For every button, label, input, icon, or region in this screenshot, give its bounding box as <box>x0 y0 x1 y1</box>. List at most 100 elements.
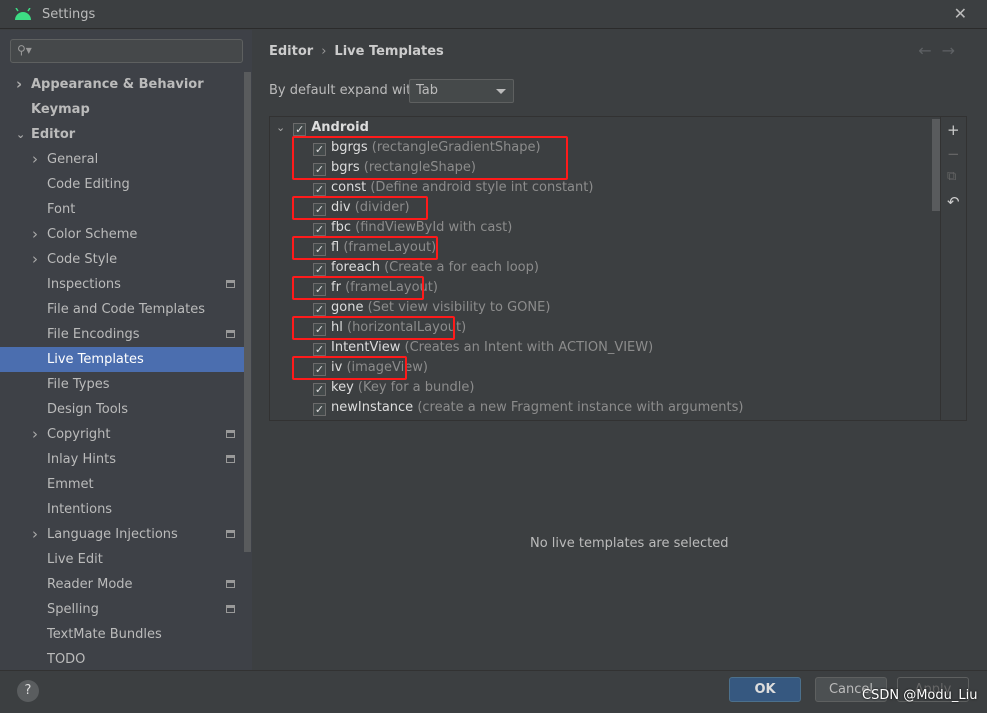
sidebar-item-label: Editor <box>31 127 76 142</box>
sidebar-scrollbar[interactable] <box>244 72 251 552</box>
title-bar: Settings ✕ <box>0 0 987 29</box>
chevron-down-icon[interactable]: ⌄ <box>16 122 25 147</box>
sidebar-item-appearance-behavior[interactable]: › Appearance & Behavior <box>0 72 244 97</box>
chevron-right-icon[interactable]: › <box>32 247 38 272</box>
template-checkbox[interactable]: ✓ <box>313 243 326 256</box>
sidebar-item-general[interactable]: › General <box>0 147 244 172</box>
sidebar-item-font[interactable]: Font <box>0 197 244 222</box>
sidebar-item-code-editing[interactable]: Code Editing <box>0 172 244 197</box>
restore-icon[interactable]: ↶ <box>947 193 960 211</box>
sidebar-item-copyright[interactable]: › Copyright <box>0 422 244 447</box>
sidebar-item-label: Live Edit <box>47 552 103 567</box>
template-description: (Key for a bundle) <box>357 380 475 395</box>
template-checkbox[interactable]: ✓ <box>313 283 326 296</box>
sidebar-item-reader-mode[interactable]: Reader Mode <box>0 572 244 597</box>
sidebar-item-file-and-code-templates[interactable]: File and Code Templates <box>0 297 244 322</box>
sidebar-item-textmate-bundles[interactable]: TextMate Bundles <box>0 622 244 647</box>
sidebar-item-language-injections[interactable]: › Language Injections <box>0 522 244 547</box>
template-row[interactable]: ✓ hl (horizontalLayout) <box>313 318 466 338</box>
expand-key-dropdown[interactable]: Tab <box>409 79 514 103</box>
expand-label: By default expand with <box>269 83 420 98</box>
ok-button[interactable]: OK <box>729 677 801 702</box>
template-group-android[interactable]: ⌄ ✓ Android <box>276 118 369 138</box>
template-row[interactable]: ✓ newInstance (create a new Fragment inst… <box>313 398 743 418</box>
chevron-right-icon[interactable]: › <box>32 147 38 172</box>
template-row[interactable]: ✓ div (divider) <box>313 198 410 218</box>
templates-scrollbar[interactable] <box>932 119 940 211</box>
template-checkbox[interactable]: ✓ <box>313 143 326 156</box>
chevron-right-icon[interactable]: › <box>32 422 38 447</box>
template-checkbox[interactable]: ✓ <box>313 363 326 376</box>
remove-icon[interactable]: − <box>947 145 960 163</box>
close-icon[interactable]: ✕ <box>954 4 967 23</box>
dialog-footer: ? OK Cancel Apply CSDN @Modu_Liu <box>0 670 987 713</box>
template-checkbox[interactable]: ✓ <box>313 223 326 236</box>
copy-icon[interactable]: ⧉ <box>947 169 956 184</box>
chevron-right-icon[interactable]: › <box>32 222 38 247</box>
sidebar-item-emmet[interactable]: Emmet <box>0 472 244 497</box>
template-description: (divider) <box>354 200 410 215</box>
sidebar-item-label: Reader Mode <box>47 577 133 592</box>
sidebar-item-file-encodings[interactable]: File Encodings <box>0 322 244 347</box>
sidebar-item-todo[interactable]: TODO <box>0 647 244 672</box>
sidebar-item-keymap[interactable]: Keymap <box>0 97 244 122</box>
chevron-down-icon[interactable]: ⌄ <box>276 121 285 134</box>
sidebar-item-intentions[interactable]: Intentions <box>0 497 244 522</box>
sidebar-item-label: Code Editing <box>47 177 130 192</box>
sidebar-item-label: Inlay Hints <box>47 452 116 467</box>
settings-search-input[interactable]: ⚲▾ <box>10 39 243 63</box>
template-checkbox[interactable]: ✓ <box>313 343 326 356</box>
chevron-right-icon[interactable]: › <box>32 522 38 547</box>
project-settings-icon <box>226 280 235 288</box>
add-icon[interactable]: + <box>947 121 960 139</box>
template-checkbox[interactable]: ✓ <box>313 203 326 216</box>
breadcrumb: Editor › Live Templates <box>269 44 444 59</box>
project-settings-icon <box>226 430 235 438</box>
sidebar-item-code-style[interactable]: › Code Style <box>0 247 244 272</box>
group-label: Android <box>311 120 369 135</box>
sidebar-item-spelling[interactable]: Spelling <box>0 597 244 622</box>
templates-toolbar: + − ⧉ ↶ <box>940 116 967 421</box>
template-row[interactable]: ✓ fl (frameLayout) <box>313 238 436 258</box>
help-icon[interactable]: ? <box>17 680 39 702</box>
sidebar-item-file-types[interactable]: File Types <box>0 372 244 397</box>
sidebar-item-editor[interactable]: ⌄ Editor <box>0 122 244 147</box>
sidebar-item-inspections[interactable]: Inspections <box>0 272 244 297</box>
template-description: (imageView) <box>346 360 428 375</box>
template-row[interactable]: ✓ key (Key for a bundle) <box>313 378 474 398</box>
chevron-right-icon[interactable]: › <box>16 72 22 97</box>
template-checkbox[interactable]: ✓ <box>313 383 326 396</box>
template-checkbox[interactable]: ✓ <box>313 183 326 196</box>
sidebar-item-label: Intentions <box>47 502 113 517</box>
template-description: (Set view visibility to GONE) <box>367 300 551 315</box>
template-row[interactable]: ✓ IntentView (Creates an Intent with ACTI… <box>313 338 653 358</box>
breadcrumb-parent[interactable]: Editor <box>269 44 313 59</box>
template-row[interactable]: ✓ bgrgs (rectangleGradientShape) <box>313 138 541 158</box>
sidebar-item-inlay-hints[interactable]: Inlay Hints <box>0 447 244 472</box>
template-checkbox[interactable]: ✓ <box>313 323 326 336</box>
sidebar-item-live-edit[interactable]: Live Edit <box>0 547 244 572</box>
group-checkbox[interactable]: ✓ <box>293 123 307 136</box>
template-row[interactable]: ✓ const (Define android style int constan… <box>313 178 593 198</box>
sidebar-item-label: Code Style <box>47 252 118 267</box>
back-arrow-icon[interactable]: ← <box>918 41 941 60</box>
template-row[interactable]: ✓ iv (imageView) <box>313 358 428 378</box>
template-checkbox[interactable]: ✓ <box>313 403 326 416</box>
sidebar-item-live-templates[interactable]: Live Templates <box>0 347 244 372</box>
breadcrumb-separator: › <box>321 44 327 59</box>
template-row[interactable]: ✓ fr (frameLayout) <box>313 278 438 298</box>
window-title: Settings <box>42 7 96 22</box>
template-row[interactable]: ✓ gone (Set view visibility to GONE) <box>313 298 550 318</box>
forward-arrow-icon[interactable]: → <box>942 41 965 60</box>
template-row[interactable]: ✓ fbc (findViewById with cast) <box>313 218 512 238</box>
template-checkbox[interactable]: ✓ <box>313 303 326 316</box>
template-description: (create a new Fragment instance with arg… <box>417 400 744 415</box>
template-row[interactable]: ✓ foreach (Create a for each loop) <box>313 258 539 278</box>
template-row[interactable]: ✓ bgrs (rectangleShape) <box>313 158 476 178</box>
settings-tree: › Appearance & Behavior Keymap ⌄ Editor › Gene… <box>0 72 244 672</box>
sidebar-item-design-tools[interactable]: Design Tools <box>0 397 244 422</box>
sidebar-item-color-scheme[interactable]: › Color Scheme <box>0 222 244 247</box>
sidebar-item-label: Language Injections <box>47 527 178 542</box>
template-checkbox[interactable]: ✓ <box>313 263 326 276</box>
template-checkbox[interactable]: ✓ <box>313 163 326 176</box>
